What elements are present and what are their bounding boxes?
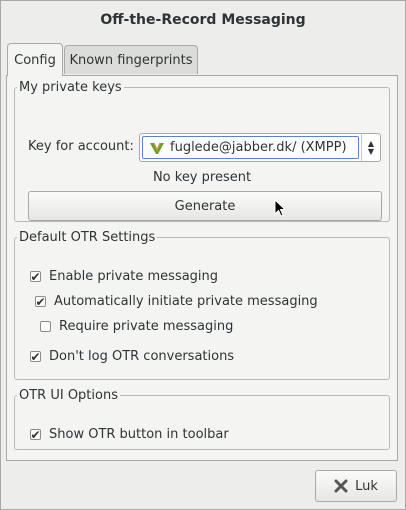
- tab-config[interactable]: Config: [7, 43, 63, 76]
- show-button-row[interactable]: ✔ Show OTR button in toolbar: [30, 427, 229, 442]
- close-icon: [334, 479, 348, 493]
- ui-options-group: OTR UI Options ✔ Show OTR button in tool…: [14, 388, 390, 450]
- account-select[interactable]: fuglede@jabber.dk/ (XMPP) ▲ ▼: [139, 133, 381, 162]
- otr-settings-group: Default OTR Settings ✔ Enable private me…: [14, 230, 390, 380]
- tab-known-fingerprints[interactable]: Known fingerprints: [64, 45, 198, 74]
- close-button[interactable]: Luk: [315, 470, 397, 502]
- generate-button[interactable]: Generate: [28, 191, 382, 221]
- account-select-value-box: fuglede@jabber.dk/ (XMPP): [142, 136, 359, 159]
- updown-arrows-icon: ▲ ▼: [361, 134, 380, 161]
- require-private-checkbox[interactable]: [40, 321, 51, 332]
- require-private-row[interactable]: Require private messaging: [40, 319, 233, 334]
- key-status: No key present: [152, 170, 252, 185]
- otr-settings-title: Default OTR Settings: [19, 230, 156, 245]
- dont-log-checkbox[interactable]: ✔: [30, 351, 41, 363]
- enable-private-row[interactable]: ✔ Enable private messaging: [30, 269, 218, 284]
- dont-log-label: Don't log OTR conversations: [49, 349, 235, 364]
- window-title: Off-the-Record Messaging: [100, 12, 306, 28]
- auto-initiate-row[interactable]: ✔ Automatically initiate private messagi…: [35, 294, 318, 309]
- config-panel: My private keys Key for account: fuglede…: [6, 75, 398, 461]
- private-keys-group: My private keys Key for account: fuglede…: [14, 80, 390, 222]
- enable-private-label: Enable private messaging: [49, 269, 219, 284]
- dont-log-row[interactable]: ✔ Don't log OTR conversations: [30, 349, 234, 364]
- mouse-cursor-icon: [274, 199, 287, 217]
- show-button-label: Show OTR button in toolbar: [49, 427, 229, 442]
- auto-initiate-checkbox[interactable]: ✔: [35, 296, 46, 308]
- otr-dialog-window: Off-the-Record Messaging Config Known fi…: [0, 0, 406, 510]
- show-button-checkbox[interactable]: ✔: [30, 429, 41, 441]
- auto-initiate-label: Automatically initiate private messaging: [54, 294, 318, 309]
- require-private-label: Require private messaging: [59, 319, 234, 334]
- close-button-label: Luk: [355, 478, 378, 494]
- ui-options-title: OTR UI Options: [19, 388, 118, 403]
- account-label: Key for account:: [28, 139, 134, 154]
- enable-private-checkbox[interactable]: ✔: [30, 271, 41, 283]
- private-keys-title: My private keys: [19, 80, 122, 95]
- jabber-icon: [150, 142, 164, 154]
- account-select-value: fuglede@jabber.dk/ (XMPP): [170, 140, 347, 155]
